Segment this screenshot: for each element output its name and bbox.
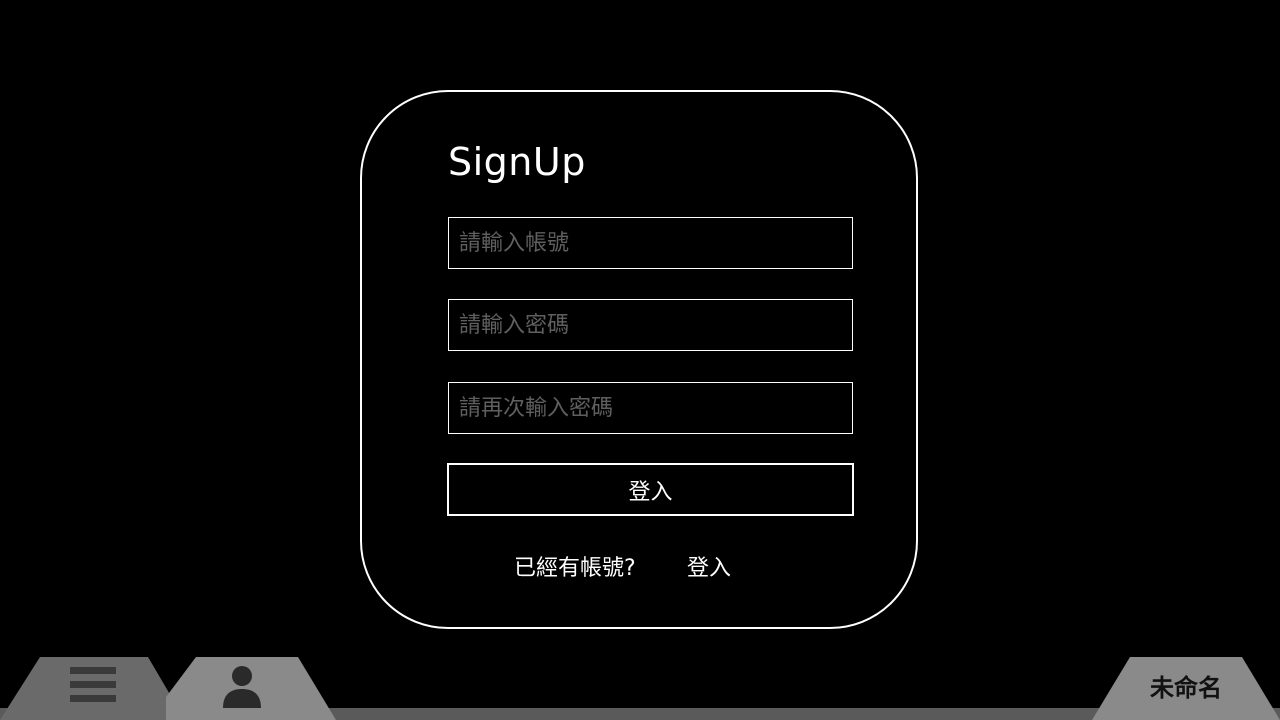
login-link[interactable]: 登入 — [687, 550, 731, 582]
account-input[interactable] — [448, 217, 853, 269]
signup-screen: SignUp 登入 已經有帳號? 登入 未命名 — [0, 0, 1280, 720]
submit-button[interactable]: 登入 — [447, 463, 854, 516]
confirm-password-input[interactable] — [448, 382, 853, 434]
page-title: SignUp — [448, 140, 586, 184]
user-icon[interactable] — [220, 664, 264, 708]
document-name: 未命名 — [1150, 673, 1222, 702]
hamburger-menu-icon[interactable] — [70, 667, 116, 703]
have-account-text: 已經有帳號? — [514, 556, 636, 581]
password-input[interactable] — [448, 299, 853, 351]
signup-card — [360, 90, 918, 629]
